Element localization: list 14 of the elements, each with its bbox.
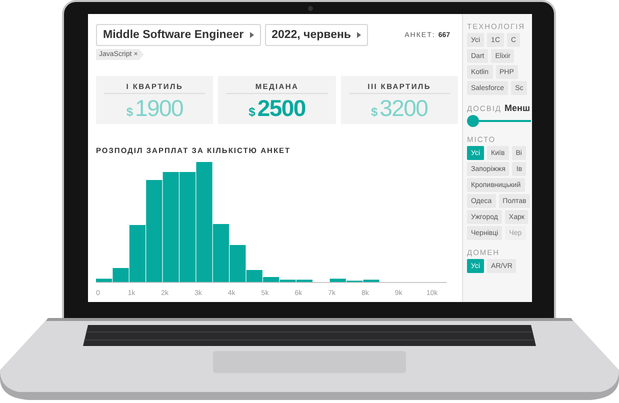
- currency-sign: $: [126, 105, 134, 119]
- experience-value: Менш: [504, 103, 530, 113]
- currency-sign: $: [248, 105, 256, 119]
- camera-icon: [308, 6, 313, 11]
- stat-value: 2500: [257, 94, 306, 122]
- filter-dropdown[interactable]: Middle Software Engineer: [96, 24, 261, 46]
- currency-sign: $: [370, 105, 378, 119]
- stat-value: 1900: [135, 94, 183, 122]
- caret-icon: [356, 32, 361, 38]
- stat-value: 3200: [380, 94, 428, 122]
- slider-track[interactable]: [467, 115, 531, 127]
- slider-thumb[interactable]: [467, 115, 479, 127]
- caret-icon: [250, 32, 254, 38]
- filter-dropdown[interactable]: 2022, червень: [264, 24, 368, 46]
